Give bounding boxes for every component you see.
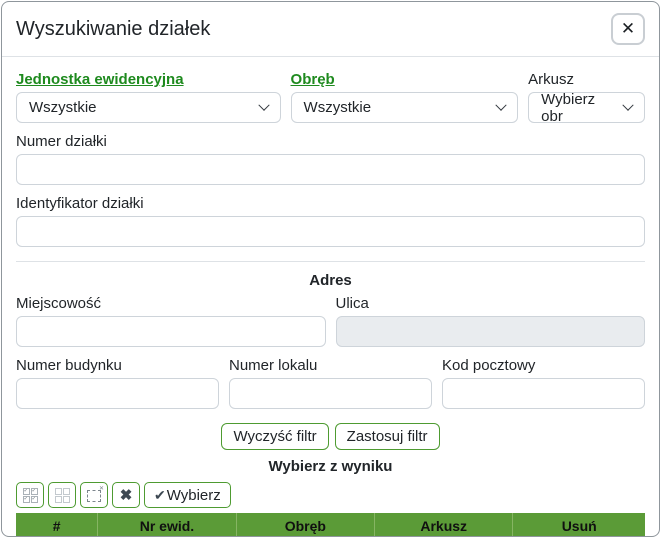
chevron-down-icon xyxy=(622,99,633,110)
kod-pocztowy-input[interactable] xyxy=(442,378,645,409)
address-row-2: Numer budynku Numer lokalu Kod pocztowy xyxy=(16,357,645,409)
numer-budynku-input[interactable] xyxy=(16,378,219,409)
identyfikator-field: Identyfikator działki xyxy=(16,195,645,247)
numer-budynku-label: Numer budynku xyxy=(16,357,219,374)
grid-check-all-icon xyxy=(23,488,38,503)
obreb-field: Obręb Wszystkie xyxy=(291,71,519,123)
clear-results-button[interactable]: ✖ xyxy=(112,482,140,508)
obreb-select[interactable]: Wszystkie xyxy=(291,92,519,123)
jednostka-field: Jednostka ewidencyjna Wszystkie xyxy=(16,71,281,123)
dialog-body: Jednostka ewidencyjna Wszystkie Obręb Ws… xyxy=(2,57,659,537)
check-icon: ✔ xyxy=(154,487,166,504)
filter-selects-row: Jednostka ewidencyjna Wszystkie Obręb Ws… xyxy=(16,71,645,123)
wybierz-button[interactable]: ✔ Wybierz xyxy=(144,482,231,508)
col-header-arkusz: Arkusz xyxy=(375,513,513,537)
results-heading: Wybierz z wyniku xyxy=(16,458,645,475)
address-heading: Adres xyxy=(16,272,645,289)
miejscowosc-label: Miejscowość xyxy=(16,295,326,312)
col-header-usun: Usuń xyxy=(513,513,645,537)
numer-dzialki-field: Numer działki xyxy=(16,133,645,185)
results-table-header-row: # Nr ewid. Obręb Arkusz Usuń xyxy=(16,513,645,537)
numer-budynku-field: Numer budynku xyxy=(16,357,219,409)
miejscowosc-input[interactable] xyxy=(16,316,326,347)
ulica-label: Ulica xyxy=(336,295,646,312)
apply-filter-button[interactable]: Zastosuj filtr xyxy=(335,423,440,450)
numer-dzialki-label: Numer działki xyxy=(16,133,645,150)
results-toolbar: ✖ ✔ Wybierz xyxy=(16,482,645,508)
ulica-input xyxy=(336,316,646,347)
select-all-button[interactable] xyxy=(16,482,44,508)
address-row-1: Miejscowość Ulica xyxy=(16,295,645,347)
obreb-select-value: Wszystkie xyxy=(304,99,372,116)
numer-dzialki-input[interactable] xyxy=(16,154,645,185)
chevron-down-icon xyxy=(495,99,506,110)
parcel-search-dialog: Wyszukiwanie działek ✕ Jednostka ewidenc… xyxy=(1,1,660,537)
numer-lokalu-label: Numer lokalu xyxy=(229,357,432,374)
clear-filter-button[interactable]: Wyczyść filtr xyxy=(221,423,328,450)
results-table: # Nr ewid. Obręb Arkusz Usuń xyxy=(16,513,645,537)
x-icon: ✖ xyxy=(120,486,133,504)
close-button[interactable]: ✕ xyxy=(611,13,645,45)
obreb-label-link[interactable]: Obręb xyxy=(291,71,519,88)
identyfikator-input[interactable] xyxy=(16,216,645,247)
numer-lokalu-field: Numer lokalu xyxy=(229,357,432,409)
numer-lokalu-input[interactable] xyxy=(229,378,432,409)
kod-pocztowy-field: Kod pocztowy xyxy=(442,357,645,409)
col-header-index: # xyxy=(16,513,98,537)
dialog-title: Wyszukiwanie działek xyxy=(16,18,210,41)
col-header-obreb: Obręb xyxy=(236,513,374,537)
chevron-down-icon xyxy=(258,99,269,110)
arkusz-select-value: Wybierz obr xyxy=(541,91,618,125)
invert-selection-button[interactable] xyxy=(80,482,108,508)
dashed-box-x-icon xyxy=(87,490,101,502)
arkusz-select[interactable]: Wybierz obr xyxy=(528,92,645,123)
close-icon: ✕ xyxy=(621,21,635,38)
filter-actions: Wyczyść filtr Zastosuj filtr xyxy=(16,423,645,450)
jednostka-select[interactable]: Wszystkie xyxy=(16,92,281,123)
miejscowosc-field: Miejscowość xyxy=(16,295,326,347)
dialog-header: Wyszukiwanie działek ✕ xyxy=(2,2,659,57)
grid-empty-icon xyxy=(55,488,70,503)
section-divider xyxy=(16,261,645,262)
arkusz-label: Arkusz xyxy=(528,71,645,88)
deselect-all-button[interactable] xyxy=(48,482,76,508)
jednostka-select-value: Wszystkie xyxy=(29,99,97,116)
identyfikator-label: Identyfikator działki xyxy=(16,195,645,212)
wybierz-button-label: Wybierz xyxy=(167,487,221,504)
kod-pocztowy-label: Kod pocztowy xyxy=(442,357,645,374)
col-header-nr-ewid: Nr ewid. xyxy=(98,513,236,537)
arkusz-field: Arkusz Wybierz obr xyxy=(528,71,645,123)
ulica-field: Ulica xyxy=(336,295,646,347)
jednostka-label-link[interactable]: Jednostka ewidencyjna xyxy=(16,71,281,88)
